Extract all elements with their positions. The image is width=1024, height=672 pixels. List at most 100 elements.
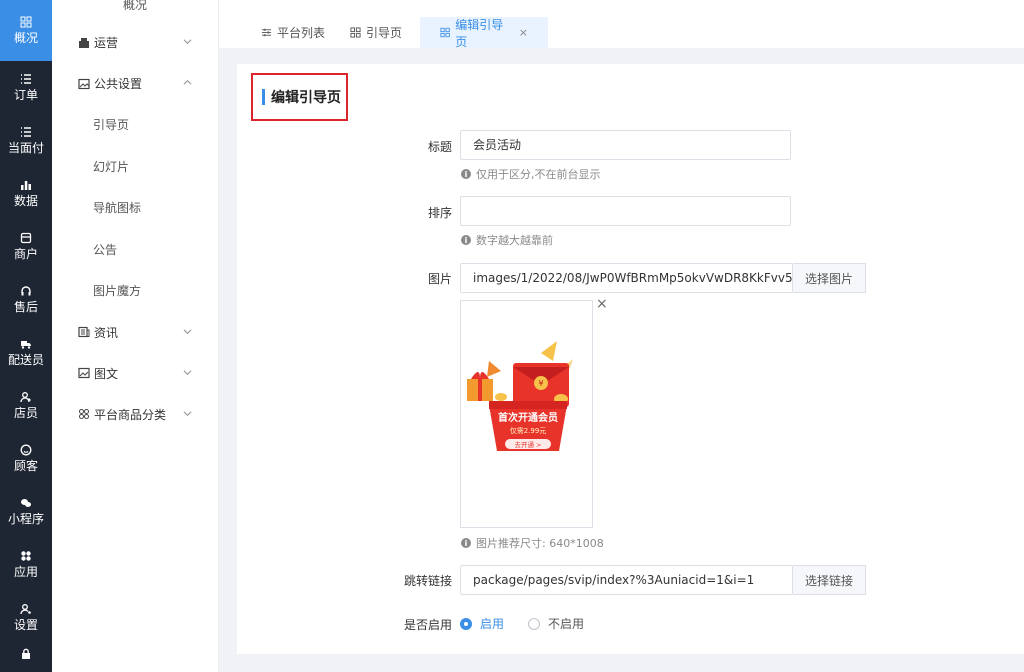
chevron-down-icon xyxy=(183,410,192,416)
tab-platform-list[interactable]: 平台列表 xyxy=(261,17,325,48)
radio-unchecked-icon xyxy=(528,617,540,630)
nav-item-settings[interactable]: 设置 xyxy=(0,591,52,644)
image-icon xyxy=(78,78,90,89)
nav-label: 当面付 xyxy=(7,141,44,155)
tab-edit-guide-page[interactable]: 编辑引导页 × xyxy=(420,17,548,49)
menu-item-nav-icons[interactable]: 导航图标 xyxy=(52,187,218,229)
menu-group-label: 平台商品分类 xyxy=(94,407,167,422)
title-label: 标题 xyxy=(427,140,452,154)
poster-subline: 仅需2.99元 xyxy=(510,426,547,435)
menu-group-graphic[interactable]: 图文 xyxy=(52,353,218,394)
users-icon xyxy=(20,392,31,403)
enable-radio-on[interactable]: 启用 xyxy=(460,615,504,632)
menu-item-guide-page[interactable]: 引导页 xyxy=(52,104,218,146)
nav-label: 商户 xyxy=(13,247,38,261)
membership-poster-image: ¥ 首次开通会员 仅需2.99元 去开通 > xyxy=(467,341,573,451)
select-image-button[interactable]: 选择图片 xyxy=(793,263,866,293)
chat-icon xyxy=(21,499,31,507)
hint-text: 数字越大越靠前 xyxy=(476,234,553,247)
nav-label: 配送员 xyxy=(7,353,44,367)
lock-icon xyxy=(22,648,30,659)
sort-label: 排序 xyxy=(427,206,452,220)
nav-item-staff[interactable]: 店员 xyxy=(0,379,52,432)
list-icon xyxy=(21,127,31,137)
menu-group-label: 运营 xyxy=(94,36,119,50)
nav-label: 订单 xyxy=(13,88,38,102)
select-link-button[interactable]: 选择链接 xyxy=(793,565,866,595)
nav-label: 小程序 xyxy=(7,512,44,526)
grid-icon xyxy=(350,27,361,38)
submenu-title: 概况 xyxy=(122,0,147,12)
smile-icon xyxy=(20,444,32,456)
nav-item-apps[interactable]: 应用 xyxy=(0,538,52,591)
enable-radio-off[interactable]: 不启用 xyxy=(528,615,584,632)
menu-item-image-cube[interactable]: 图片魔方 xyxy=(52,270,218,312)
menu-group-category[interactable]: 平台商品分类 xyxy=(52,394,218,435)
tab-label: 平台列表 xyxy=(277,26,326,40)
hint-text: 仅用于区分,不在前台显示 xyxy=(476,168,601,181)
grid-icon xyxy=(440,27,450,38)
nav-item-customers[interactable]: 顾客 xyxy=(0,432,52,485)
radio-label: 不启用 xyxy=(548,617,585,631)
nav-label: 应用 xyxy=(13,565,38,579)
sort-input[interactable] xyxy=(460,196,791,226)
info-icon: i xyxy=(461,169,471,179)
menu-group-label: 图文 xyxy=(94,366,119,381)
remove-image-icon[interactable]: × xyxy=(596,296,608,312)
apps-icon xyxy=(21,551,31,561)
nav-item-miniapp[interactable]: 小程序 xyxy=(0,485,52,538)
title-hint: i 仅用于区分,不在前台显示 xyxy=(461,166,601,182)
user-gear-icon xyxy=(20,604,31,615)
sort-hint: i 数字越大越靠前 xyxy=(461,232,553,248)
menu-group-operation[interactable]: 运营 xyxy=(52,22,218,63)
image-path-input[interactable]: images/1/2022/08/JwP0WfBRmMp5okvVwDR8KkF… xyxy=(460,263,793,293)
link-input[interactable]: package/pages/svip/index?%3Auniacid=1&i=… xyxy=(460,565,793,595)
nav-label: 数据 xyxy=(13,194,38,208)
sub-menu: 概况 运营 公共设置 引导页 幻灯片 导航图标 公告 图片魔方 资讯 图文 平台… xyxy=(52,0,219,672)
nav-label: 售后 xyxy=(13,300,38,314)
nav-item-data[interactable]: 数据 xyxy=(0,167,52,220)
tab-bar: 平台列表 引导页 编辑引导页 × xyxy=(219,0,1024,49)
menu-group-news[interactable]: 资讯 xyxy=(52,312,218,353)
enable-label: 是否启用 xyxy=(403,618,452,632)
chevron-down-icon xyxy=(183,328,192,334)
nav-label: 设置 xyxy=(13,618,38,632)
hint-text: 图片推荐尺寸: 640*1008 xyxy=(476,537,604,550)
poster-headline: 首次开通会员 xyxy=(498,411,558,424)
list-icon xyxy=(21,74,31,84)
headset-icon xyxy=(21,286,31,296)
tab-label: 引导页 xyxy=(366,26,403,40)
close-icon[interactable]: × xyxy=(519,26,528,39)
chevron-up-icon xyxy=(183,79,192,85)
nav-label: 顾客 xyxy=(13,459,38,473)
grid-icon xyxy=(20,16,32,28)
info-icon: i xyxy=(461,235,471,245)
nav-item-courier[interactable]: 配送员 xyxy=(0,326,52,379)
title-input[interactable]: 会员活动 xyxy=(460,130,791,160)
nav-item-lock[interactable] xyxy=(0,644,52,672)
link-label: 跳转链接 xyxy=(403,574,452,588)
poster-cta: 去开通 > xyxy=(514,440,541,449)
nav-item-orders[interactable]: 订单 xyxy=(0,61,52,114)
nav-item-aftersale[interactable]: 售后 xyxy=(0,273,52,326)
menu-group-public-settings[interactable]: 公共设置 xyxy=(52,63,218,104)
menu-item-notice[interactable]: 公告 xyxy=(52,229,218,271)
image-hint: i 图片推荐尺寸: 640*1008 xyxy=(461,535,604,551)
tab-guide-page[interactable]: 引导页 xyxy=(350,17,402,48)
radio-checked-icon xyxy=(460,617,472,630)
menu-item-slides[interactable]: 幻灯片 xyxy=(52,146,218,188)
news-icon xyxy=(78,326,90,338)
nav-item-overview[interactable]: 概况 xyxy=(0,0,52,61)
picture-icon xyxy=(78,367,90,379)
radio-label: 启用 xyxy=(480,617,505,631)
main-nav: 概况 订单 当面付 数据 商户 售后 配送员 店员 顾客 小程序 应用 设置 xyxy=(0,0,52,672)
menu-group-label: 公共设置 xyxy=(94,77,143,91)
nav-item-pay[interactable]: 当面付 xyxy=(0,114,52,167)
chevron-down-icon xyxy=(183,39,192,45)
truck-icon xyxy=(21,341,31,349)
tab-label: 编辑引导页 xyxy=(455,17,504,49)
bar-chart-icon xyxy=(21,181,31,190)
nav-item-merchant[interactable]: 商户 xyxy=(0,220,52,273)
page-title: 编辑引导页 xyxy=(262,88,341,106)
image-label: 图片 xyxy=(427,272,452,286)
